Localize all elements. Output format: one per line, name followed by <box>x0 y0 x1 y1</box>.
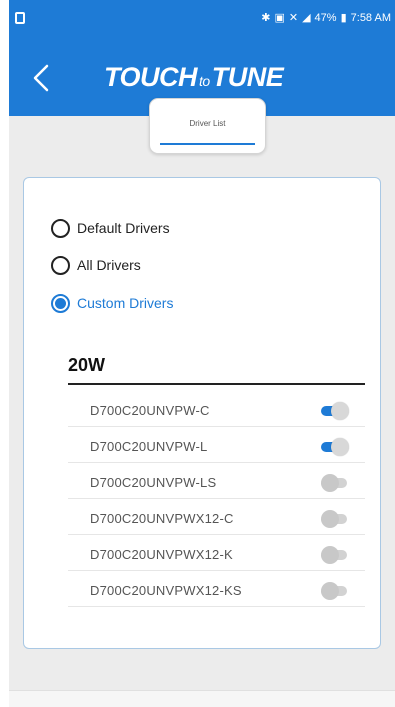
back-button[interactable] <box>27 58 55 98</box>
toggle-knob <box>321 582 339 600</box>
logo-touch: TOUCH <box>104 62 198 92</box>
radio-label: Default Drivers <box>77 220 170 236</box>
driver-toggle[interactable] <box>321 510 349 528</box>
radio-label: All Drivers <box>77 257 141 273</box>
nfc-icon: ▣ <box>274 12 285 24</box>
toggle-knob <box>321 546 339 564</box>
radio-option[interactable]: All Drivers <box>51 254 141 276</box>
radio-button-selected[interactable] <box>51 293 70 313</box>
app-screen: ✱ ▣ ✕ ◢ 47% ▮ 7:58 AM TOUCH toTUNE Driver… <box>9 0 395 707</box>
sim-card-icon <box>15 12 25 24</box>
status-icons: ✱ ▣ ✕ ◢ 47% ▮ 7:58 AM <box>261 12 391 24</box>
chevron-left-icon <box>33 64 49 92</box>
logo-to: to <box>199 73 210 89</box>
driver-row: D700C20UNVPW-C <box>68 394 365 427</box>
app-logo: TOUCH toTUNE <box>104 62 284 93</box>
toggle-knob <box>331 438 349 456</box>
driver-toggle[interactable] <box>321 438 349 456</box>
driver-toggle[interactable] <box>321 582 349 600</box>
mute-icon: ✕ <box>288 12 299 24</box>
driver-name: D700C20UNVPWX12-C <box>90 511 234 526</box>
driver-toggle[interactable] <box>321 474 349 492</box>
toggle-knob <box>331 402 349 420</box>
status-bar: ✱ ▣ ✕ ◢ 47% ▮ 7:58 AM <box>9 0 395 40</box>
driver-name: D700C20UNVPW-LS <box>90 475 217 490</box>
tab-active-indicator <box>160 143 255 145</box>
bluetooth-icon: ✱ <box>261 12 271 24</box>
toggle-knob <box>321 474 339 492</box>
driver-row: D700C20UNVPWX12-K <box>68 538 365 571</box>
driver-name: D700C20UNVPWX12-K <box>90 547 233 562</box>
tab-label: Driver List <box>189 119 226 128</box>
driver-toggle[interactable] <box>321 546 349 564</box>
driver-toggle[interactable] <box>321 402 349 420</box>
group-divider <box>68 383 365 385</box>
radio-button[interactable] <box>51 218 70 238</box>
driver-row: D700C20UNVPW-LS <box>68 466 365 499</box>
driver-row: D700C20UNVPW-L <box>68 430 365 463</box>
logo-tune: TUNE <box>211 62 284 92</box>
driver-name: D700C20UNVPW-C <box>90 403 210 418</box>
bottom-edge <box>9 690 395 707</box>
signal-icon: ◢ <box>302 12 311 24</box>
driver-settings-card: Default Drivers All Drivers Custom Drivers… <box>23 177 381 649</box>
radio-option[interactable]: Custom Drivers <box>51 292 173 314</box>
radio-label: Custom Drivers <box>77 295 174 311</box>
clock: 7:58 AM <box>350 12 391 24</box>
radio-option[interactable]: Default Drivers <box>51 217 170 239</box>
radio-button[interactable] <box>51 255 70 275</box>
group-title: 20W <box>68 355 106 375</box>
driver-row: D700C20UNVPWX12-KS <box>68 574 365 607</box>
driver-row: D700C20UNVPWX12-C <box>68 502 365 535</box>
battery-icon: ▮ <box>340 12 347 24</box>
driver-name: D700C20UNVPWX12-KS <box>90 583 242 598</box>
toggle-knob <box>321 510 339 528</box>
battery-percent: 47% <box>314 12 337 24</box>
driver-name: D700C20UNVPW-L <box>90 439 208 454</box>
tab-driver-list[interactable]: Driver List <box>149 98 266 154</box>
